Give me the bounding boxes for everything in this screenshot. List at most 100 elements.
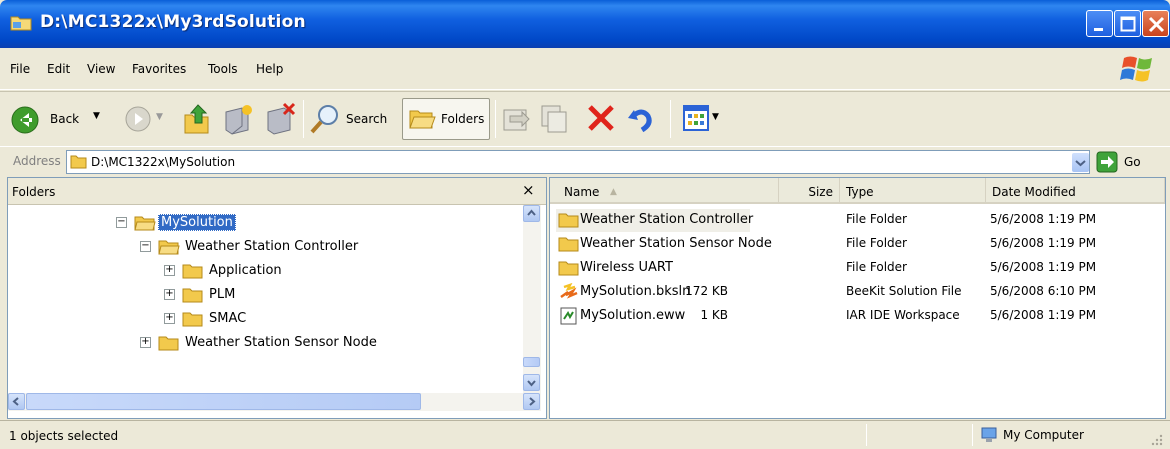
expand-icon[interactable]: + [140, 337, 151, 348]
chevron-down-icon[interactable]: ▼ [93, 111, 100, 121]
go-arrow-icon [1096, 151, 1118, 173]
column-header-date[interactable]: Date Modified [986, 178, 1165, 204]
file-size: 172 KB [685, 284, 728, 298]
scroll-left-button[interactable] [8, 393, 25, 410]
chevron-down-icon[interactable]: ▼ [712, 112, 719, 122]
minimize-icon [1094, 28, 1103, 31]
address-bar: Address D:\MC1322x\MySolution Go [0, 146, 1170, 176]
scroll-thumb[interactable] [26, 393, 421, 410]
folder-icon [182, 312, 203, 327]
folder-icon [182, 264, 203, 279]
collapse-icon[interactable]: − [116, 217, 127, 228]
chevron-left-icon [12, 397, 19, 406]
horizontal-scrollbar[interactable] [8, 393, 541, 411]
search-label: Search [346, 112, 388, 126]
menu-help[interactable]: Help [256, 62, 283, 76]
scroll-down-button[interactable] [523, 374, 540, 391]
file-date: 5/6/2008 6:10 PM [990, 284, 1097, 298]
copy-to-icon[interactable] [538, 102, 570, 134]
menu-file[interactable]: File [10, 62, 30, 76]
folders-button[interactable]: Folders [402, 98, 490, 140]
collapse-icon[interactable]: − [140, 241, 151, 252]
file-type: File Folder [846, 260, 907, 274]
sort-ascending-icon: ▲ [610, 187, 617, 197]
address-input[interactable]: D:\MC1322x\MySolution [66, 150, 1090, 174]
close-button[interactable] [1142, 10, 1169, 37]
chevron-down-icon[interactable]: ▼ [156, 112, 163, 122]
folder-up-icon[interactable] [182, 103, 212, 135]
toolbar-separator [670, 100, 671, 138]
scroll-up-button[interactable] [523, 205, 540, 222]
workspace-file-icon [560, 307, 577, 325]
go-button[interactable]: Go [1096, 151, 1166, 173]
tree-item-label: Application [209, 263, 282, 278]
chevron-right-icon [529, 397, 536, 406]
close-icon[interactable]: × [522, 181, 535, 199]
address-dropdown-button[interactable] [1072, 153, 1089, 172]
minimize-button[interactable] [1086, 10, 1113, 37]
status-divider [972, 424, 973, 446]
file-row[interactable]: Weather Station Controller File Folder 5… [550, 209, 1165, 232]
tree-item-weather-station-controller[interactable]: − Weather Station Controller [140, 237, 440, 257]
folder-icon [70, 155, 87, 169]
expand-icon[interactable]: + [164, 313, 175, 324]
title-bar[interactable]: D:\MC1322x\My3rdSolution [0, 0, 1170, 48]
status-selection: 1 objects selected [9, 429, 119, 443]
column-header-size[interactable]: Size [779, 178, 840, 204]
back-button[interactable]: Back ▼ [10, 102, 120, 136]
forward-arrow-icon [125, 106, 151, 132]
delete-folder-icon[interactable] [262, 102, 296, 136]
column-header-name[interactable]: Name ▲ [550, 178, 779, 204]
tree-item-label: Weather Station Sensor Node [185, 335, 377, 350]
tree-item-application[interactable]: + Application [164, 261, 464, 281]
file-name: Wireless UART [580, 260, 673, 275]
file-row[interactable]: Weather Station Sensor Node File Folder … [550, 233, 1165, 256]
tree-item-plm[interactable]: + PLM [164, 285, 464, 305]
status-divider [866, 424, 867, 446]
folders-pane-title: Folders [12, 185, 56, 199]
chevron-down-icon [1075, 160, 1086, 167]
tree-item-smac[interactable]: + SMAC [164, 309, 464, 329]
file-name: Weather Station Sensor Node [580, 236, 772, 251]
folders-pane: Folders × − MySolution − Weather Station… [7, 177, 547, 419]
tree-item-label: Weather Station Controller [185, 239, 359, 254]
maximize-button[interactable] [1114, 10, 1141, 37]
file-row[interactable]: MySolution.bksln 172 KB BeeKit Solution … [550, 281, 1165, 304]
menu-view[interactable]: View [87, 62, 115, 76]
column-date-label: Date Modified [992, 185, 1076, 199]
resize-grip-icon[interactable] [1150, 433, 1164, 447]
expand-icon[interactable]: + [164, 289, 175, 300]
toolbar-separator [495, 100, 496, 138]
views-button[interactable]: ▼ [682, 104, 728, 134]
file-row[interactable]: MySolution.eww 1 KB IAR IDE Workspace 5/… [550, 305, 1165, 328]
move-to-icon[interactable] [500, 102, 532, 134]
maximize-icon [1120, 16, 1136, 32]
address-label: Address [13, 154, 61, 168]
vertical-scrollbar[interactable] [523, 205, 541, 393]
undo-icon[interactable] [624, 102, 656, 134]
delete-icon[interactable] [586, 103, 616, 133]
views-icon [683, 105, 709, 131]
forward-button[interactable]: ▼ [124, 105, 169, 135]
menu-edit[interactable]: Edit [47, 62, 70, 76]
scroll-right-button[interactable] [523, 393, 540, 410]
file-size: 1 KB [700, 308, 728, 322]
chevron-up-icon [527, 209, 536, 216]
expand-icon[interactable]: + [164, 265, 175, 276]
menu-favorites[interactable]: Favorites [132, 62, 186, 76]
tree-item-weather-station-sensor-node[interactable]: + Weather Station Sensor Node [140, 333, 460, 353]
chevron-down-icon [527, 380, 536, 387]
back-arrow-icon [11, 106, 39, 134]
scroll-thumb[interactable] [523, 357, 540, 367]
column-size-label: Size [808, 185, 833, 199]
status-bar: 1 objects selected My Computer [0, 420, 1170, 449]
file-row[interactable]: Wireless UART File Folder 5/6/2008 1:19 … [550, 257, 1165, 280]
file-type: IAR IDE Workspace [846, 308, 960, 322]
status-zone: My Computer [1003, 428, 1084, 442]
menu-tools[interactable]: Tools [208, 62, 238, 76]
search-button[interactable]: Search [308, 102, 398, 136]
computer-icon [981, 427, 997, 442]
new-folder-icon[interactable] [220, 102, 254, 136]
tree-item-mysolution[interactable]: − MySolution [116, 213, 416, 233]
column-header-type[interactable]: Type [840, 178, 986, 204]
